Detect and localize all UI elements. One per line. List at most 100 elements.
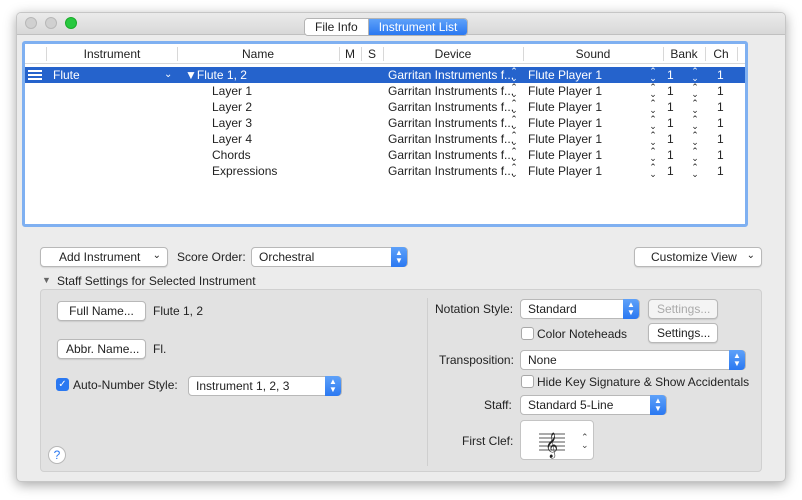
device-cell[interactable]: Garritan Instruments f...: [388, 68, 514, 82]
device-stepper-icon[interactable]: ⌃ ⌄: [510, 163, 518, 179]
table-row[interactable]: Layer 3 Garritan Instruments f... ⌃ ⌄ Flu…: [25, 115, 745, 131]
ch-cell[interactable]: 1: [717, 100, 724, 114]
table-row[interactable]: Layer 1 Garritan Instruments f... ⌃ ⌄ Flu…: [25, 83, 745, 99]
drag-handle-icon[interactable]: [28, 70, 42, 82]
staff-popup[interactable]: Standard 5-Line ▲ ▼: [520, 395, 667, 415]
table-row[interactable]: Layer 2 Garritan Instruments f... ⌃ ⌄ Flu…: [25, 99, 745, 115]
sound-stepper-icon[interactable]: ⌃ ⌄: [649, 163, 657, 179]
disclosure-triangle-icon[interactable]: ▼: [185, 68, 197, 82]
column-header-device[interactable]: Device: [384, 47, 522, 61]
device-stepper-icon[interactable]: ⌃ ⌄: [510, 131, 518, 147]
column-header-instrument[interactable]: Instrument: [47, 47, 177, 61]
sound-cell[interactable]: Flute Player 1: [528, 116, 602, 130]
ch-cell[interactable]: 1: [717, 132, 724, 146]
auto-number-checkbox[interactable]: ✓: [56, 378, 69, 391]
bank-stepper-icon[interactable]: ⌃ ⌄: [691, 115, 699, 131]
instrument-cell[interactable]: Flute: [53, 68, 80, 82]
table-row[interactable]: Chords Garritan Instruments f... ⌃ ⌄ Flut…: [25, 147, 745, 163]
transposition-popup[interactable]: None ▲ ▼: [520, 350, 746, 370]
instrument-table[interactable]: Instrument Name M S Device Sound Bank Ch…: [22, 41, 748, 227]
bank-cell[interactable]: 1: [667, 68, 674, 82]
bank-stepper-icon[interactable]: ⌃ ⌄: [691, 83, 699, 99]
device-cell[interactable]: Garritan Instruments f...: [388, 84, 514, 98]
ch-cell[interactable]: 1: [717, 116, 724, 130]
bank-cell[interactable]: 1: [667, 132, 674, 146]
sound-stepper-icon[interactable]: ⌃ ⌄: [649, 131, 657, 147]
ch-cell[interactable]: 1: [717, 84, 724, 98]
column-header-bank[interactable]: Bank: [664, 47, 704, 61]
sound-stepper-icon[interactable]: ⌃ ⌄: [649, 67, 657, 83]
device-stepper-icon[interactable]: ⌃ ⌄: [510, 147, 518, 163]
column-header-m[interactable]: M: [340, 47, 360, 61]
column-header-name[interactable]: Name: [178, 47, 338, 61]
device-cell[interactable]: Garritan Instruments f...: [388, 132, 514, 146]
device-stepper-icon[interactable]: ⌃ ⌄: [510, 115, 518, 131]
transposition-label: Transposition:: [439, 353, 514, 367]
sound-stepper-icon[interactable]: ⌃ ⌄: [649, 83, 657, 99]
bank-cell[interactable]: 1: [667, 116, 674, 130]
ch-cell[interactable]: 1: [717, 148, 724, 162]
bank-stepper-icon[interactable]: ⌃ ⌄: [691, 147, 699, 163]
device-cell[interactable]: Garritan Instruments f...: [388, 148, 514, 162]
device-stepper-icon[interactable]: ⌃ ⌄: [510, 83, 518, 99]
svg-text:⌄: ⌄: [581, 441, 589, 451]
bank-stepper-icon[interactable]: ⌃ ⌄: [691, 163, 699, 179]
full-name-button[interactable]: Full Name...: [57, 301, 146, 321]
column-header-s[interactable]: S: [362, 47, 382, 61]
color-noteheads-checkbox[interactable]: [521, 327, 534, 340]
device-stepper-icon[interactable]: ⌃ ⌄: [510, 99, 518, 115]
name-cell[interactable]: ▼Flute 1, 2: [185, 68, 247, 82]
bank-cell[interactable]: 1: [667, 164, 674, 178]
sound-cell[interactable]: Flute Player 1: [528, 132, 602, 146]
name-cell[interactable]: Layer 3: [212, 116, 252, 130]
sound-cell[interactable]: Flute Player 1: [528, 100, 602, 114]
name-cell[interactable]: Layer 4: [212, 132, 252, 146]
sound-cell[interactable]: Flute Player 1: [528, 84, 602, 98]
column-header-ch[interactable]: Ch: [706, 47, 736, 61]
name-cell[interactable]: Chords: [212, 148, 251, 162]
notation-settings-button-disabled[interactable]: Settings...: [648, 299, 718, 319]
name-cell[interactable]: Layer 2: [212, 100, 252, 114]
auto-number-popup[interactable]: Instrument 1, 2, 3 ▲ ▼: [188, 376, 342, 396]
device-cell[interactable]: Garritan Instruments f...: [388, 100, 514, 114]
bank-stepper-icon[interactable]: ⌃ ⌄: [691, 67, 699, 83]
sound-cell[interactable]: Flute Player 1: [528, 164, 602, 178]
first-clef-selector[interactable]: 𝄞 ⌃ ⌄: [520, 420, 594, 460]
name-cell[interactable]: Expressions: [212, 164, 277, 178]
notation-style-popup[interactable]: Standard ▲ ▼: [520, 299, 640, 319]
bank-cell[interactable]: 1: [667, 100, 674, 114]
disclosure-triangle-icon[interactable]: ▼: [42, 275, 51, 285]
tab-file-info[interactable]: File Info: [305, 19, 369, 35]
first-clef-label: First Clef:: [462, 434, 514, 448]
add-instrument-popup[interactable]: Add Instrument ⌄: [40, 247, 168, 267]
column-header-sound[interactable]: Sound: [524, 47, 662, 61]
device-cell[interactable]: Garritan Instruments f...: [388, 164, 514, 178]
bank-stepper-icon[interactable]: ⌃ ⌄: [691, 99, 699, 115]
full-name-value: Flute 1, 2: [153, 304, 204, 318]
table-row[interactable]: Flute ⌄ ▼Flute 1, 2 Garritan Instruments…: [25, 67, 745, 83]
sound-cell[interactable]: Flute Player 1: [528, 148, 602, 162]
name-cell[interactable]: Layer 1: [212, 84, 252, 98]
abbr-name-button[interactable]: Abbr. Name...: [57, 339, 146, 359]
sound-cell[interactable]: Flute Player 1: [528, 68, 602, 82]
table-row[interactable]: Layer 4 Garritan Instruments f... ⌃ ⌄ Flu…: [25, 131, 745, 147]
bank-cell[interactable]: 1: [667, 148, 674, 162]
help-button[interactable]: ?: [48, 446, 66, 464]
customize-view-popup[interactable]: Customize View ⌄: [634, 247, 762, 267]
device-stepper-icon[interactable]: ⌃ ⌄: [510, 67, 518, 83]
color-settings-button[interactable]: Settings...: [648, 323, 718, 343]
score-order-popup[interactable]: Orchestral ▲ ▼: [251, 247, 408, 267]
sound-stepper-icon[interactable]: ⌃ ⌄: [649, 115, 657, 131]
sound-stepper-icon[interactable]: ⌃ ⌄: [649, 147, 657, 163]
tab-instrument-list[interactable]: Instrument List: [368, 19, 468, 35]
hide-key-signature-checkbox[interactable]: [521, 375, 534, 388]
ch-cell[interactable]: 1: [717, 164, 724, 178]
bank-stepper-icon[interactable]: ⌃ ⌄: [691, 131, 699, 147]
ch-cell[interactable]: 1: [717, 68, 724, 82]
device-cell[interactable]: Garritan Instruments f...: [388, 116, 514, 130]
table-row[interactable]: Expressions Garritan Instruments f... ⌃ ⌄…: [25, 163, 745, 179]
bank-cell[interactable]: 1: [667, 84, 674, 98]
chevron-down-icon: ⌄: [152, 250, 161, 261]
sound-stepper-icon[interactable]: ⌃ ⌄: [649, 99, 657, 115]
chevron-down-icon[interactable]: ⌄: [164, 69, 172, 80]
